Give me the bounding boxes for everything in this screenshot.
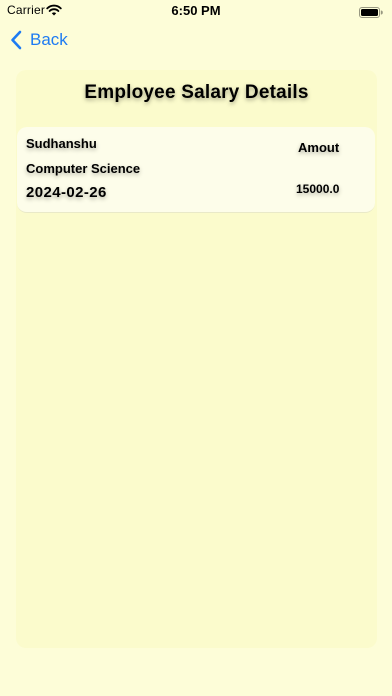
employee-name: Sudhanshu — [26, 136, 97, 151]
back-button[interactable]: Back — [10, 28, 68, 52]
status-time: 6:50 PM — [171, 3, 221, 18]
chevron-left-icon — [10, 30, 22, 50]
salary-record-card: Sudhanshu Computer Science 2024-02-26 Am… — [17, 127, 375, 213]
salary-date: 2024-02-26 — [26, 184, 107, 201]
amount-value: 15000.0 — [296, 182, 340, 196]
status-bar: Carrier 6:50 PM — [0, 0, 392, 22]
employee-department: Computer Science — [26, 161, 141, 176]
battery-icon — [359, 5, 383, 18]
amount-label: Amout — [298, 140, 340, 155]
page-title: Employee Salary Details — [84, 82, 309, 103]
back-label: Back — [30, 30, 68, 49]
